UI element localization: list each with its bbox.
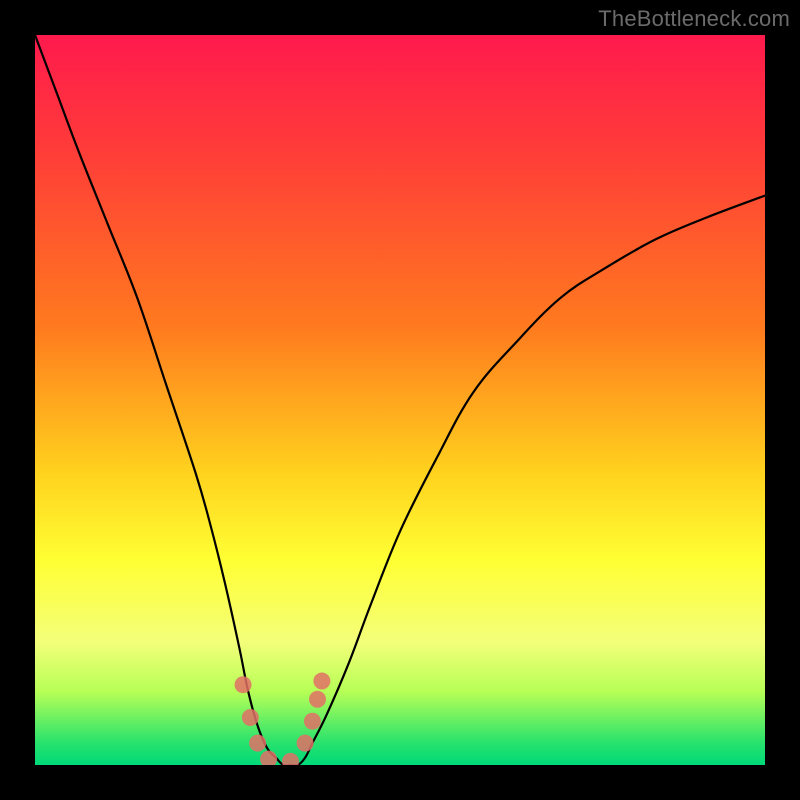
marker-dot: [304, 713, 321, 730]
marker-dot: [282, 753, 299, 765]
bottleneck-curve: [35, 35, 765, 765]
marker-dot: [260, 751, 277, 765]
marker-dots: [235, 673, 331, 765]
marker-dot: [235, 676, 252, 693]
marker-dot: [297, 735, 314, 752]
watermark-label: TheBottleneck.com: [598, 6, 790, 32]
chart-frame: TheBottleneck.com: [0, 0, 800, 800]
marker-dot: [249, 735, 266, 752]
marker-dot: [313, 673, 330, 690]
curve-layer: [35, 35, 765, 765]
marker-dot: [242, 709, 259, 726]
plot-area: [35, 35, 765, 765]
marker-dot: [309, 691, 326, 708]
